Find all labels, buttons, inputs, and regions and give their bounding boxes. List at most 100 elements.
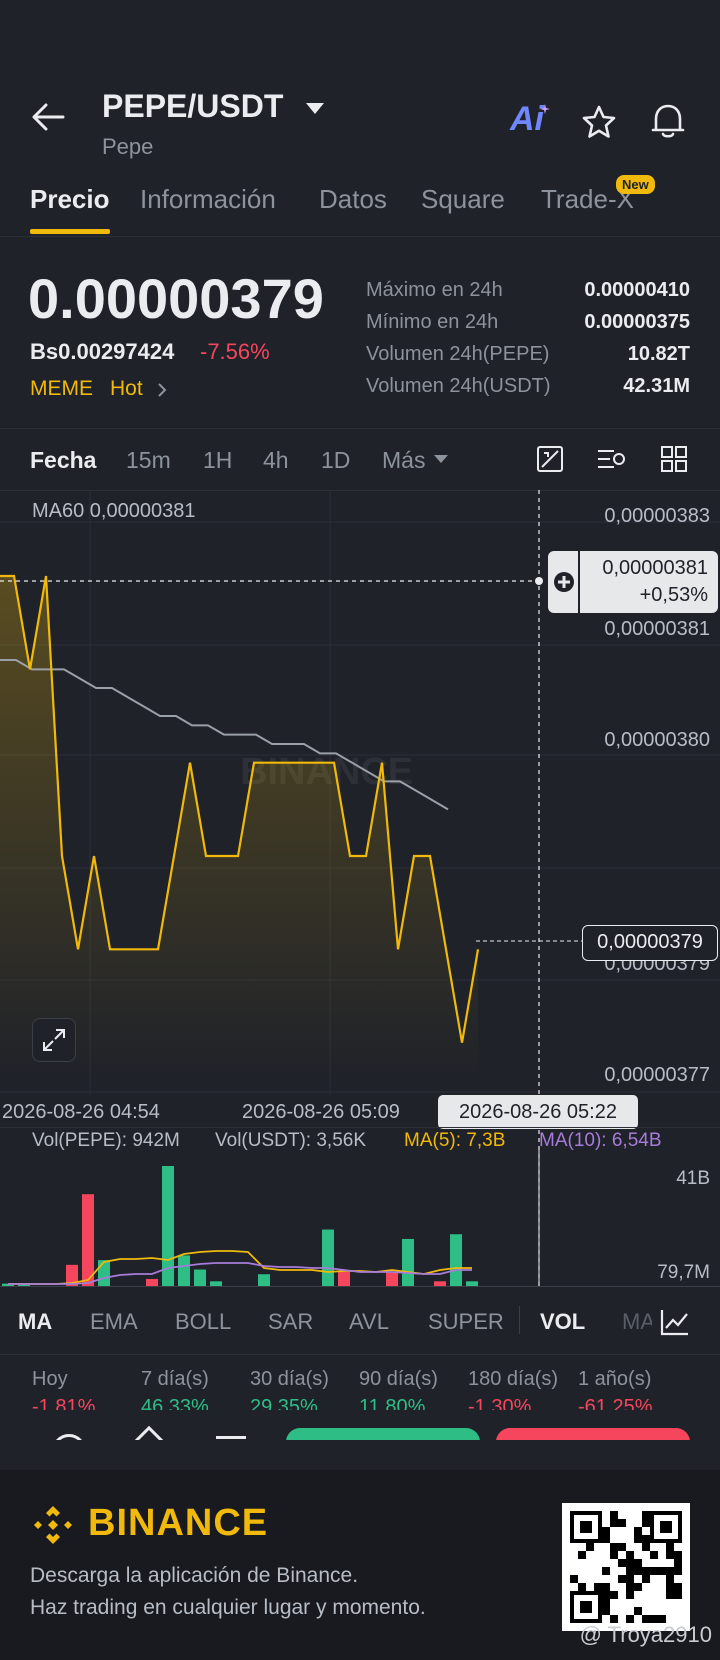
divider bbox=[0, 236, 720, 237]
qr-module bbox=[650, 1567, 658, 1575]
tab-square[interactable]: Square bbox=[421, 184, 505, 215]
indicator-tab-ma[interactable]: MA bbox=[18, 1309, 52, 1335]
timeframe-more[interactable]: Más bbox=[382, 447, 425, 474]
qr-module bbox=[618, 1519, 626, 1527]
volume-bar bbox=[178, 1255, 190, 1286]
indicator-tab-avl[interactable]: AVL bbox=[349, 1309, 389, 1335]
coin-name: Pepe bbox=[102, 134, 154, 159]
qr-module bbox=[666, 1583, 674, 1591]
qr-module bbox=[602, 1607, 610, 1615]
tab-datos[interactable]: Datos bbox=[319, 184, 387, 215]
perf-label: 1 año(s) bbox=[578, 1368, 652, 1390]
qr-module bbox=[650, 1551, 658, 1559]
tab-informacion[interactable]: Información bbox=[140, 184, 276, 215]
active-tab-indicator bbox=[30, 229, 110, 234]
binance-logo-icon bbox=[34, 1506, 72, 1544]
timeframe-1h[interactable]: 1H bbox=[203, 447, 232, 474]
price-area-fill bbox=[0, 576, 478, 1080]
qr-finder-center bbox=[660, 1521, 672, 1533]
perf-label: Hoy bbox=[32, 1368, 68, 1390]
indicator-tab-sar[interactable]: SAR bbox=[268, 1309, 313, 1335]
tab-separator bbox=[519, 1306, 520, 1334]
qr-module bbox=[666, 1575, 674, 1583]
qr-module bbox=[642, 1543, 650, 1551]
qr-module bbox=[626, 1559, 634, 1567]
header: PEPE/USDT Pepe Ai Precio Información Dat… bbox=[0, 0, 720, 240]
action-bar bbox=[0, 1410, 720, 1440]
selected-time-tag: 2026-08-26 05:22 bbox=[438, 1095, 638, 1129]
qr-module bbox=[570, 1575, 578, 1583]
x-tick-label: 2026-08-26 05:09 bbox=[242, 1101, 400, 1123]
tag-meme[interactable]: MEME bbox=[30, 377, 93, 401]
pair-dropdown-caret-icon[interactable] bbox=[306, 103, 324, 114]
bell-notification-icon[interactable] bbox=[650, 102, 686, 140]
layout-grid-icon[interactable] bbox=[660, 445, 688, 473]
qr-module bbox=[634, 1607, 642, 1615]
indicator-tab-ema[interactable]: EMA bbox=[90, 1309, 138, 1335]
qr-module bbox=[602, 1567, 610, 1575]
fullscreen-button[interactable] bbox=[32, 1018, 76, 1062]
timeframe-fecha[interactable]: Fecha bbox=[30, 447, 96, 474]
more-caret-icon[interactable] bbox=[434, 455, 448, 463]
chart-draw-icon[interactable] bbox=[536, 445, 564, 473]
volume-chart[interactable] bbox=[0, 1150, 720, 1290]
indicator-tab-super[interactable]: SUPER bbox=[428, 1309, 504, 1335]
pair-title[interactable]: PEPE/USDT bbox=[102, 88, 283, 125]
stat-value: 0.00000410 bbox=[584, 279, 690, 301]
crosshair-add-cell[interactable] bbox=[548, 551, 580, 613]
y-tick-label: 0,00000383 bbox=[604, 505, 710, 527]
more-actions-icon[interactable] bbox=[52, 1434, 86, 1440]
share-icon[interactable] bbox=[216, 1436, 246, 1439]
timeframe-1d[interactable]: 1D bbox=[321, 447, 350, 474]
qr-module bbox=[618, 1559, 626, 1567]
stat-label: Volumen 24h(PEPE) bbox=[366, 343, 550, 365]
indicator-tab-boll[interactable]: BOLL bbox=[175, 1309, 231, 1335]
qr-module bbox=[618, 1575, 626, 1583]
qr-module bbox=[626, 1551, 634, 1559]
indicator-chart-icon bbox=[660, 1310, 688, 1336]
back-arrow-icon[interactable] bbox=[30, 102, 66, 132]
x-tick-label: 2026-08-26 04:54 bbox=[2, 1101, 160, 1123]
volume-bar bbox=[146, 1278, 158, 1286]
volume-bar bbox=[386, 1271, 398, 1286]
crosshair-price-tag: 0,00000381 +0,53% bbox=[548, 551, 718, 613]
qr-code[interactable] bbox=[562, 1503, 690, 1631]
indicator-tab-vol[interactable]: VOL bbox=[540, 1309, 585, 1335]
current-price-tag: 0,00000379 bbox=[582, 925, 718, 961]
tag-hot[interactable]: Hot bbox=[110, 377, 143, 401]
expand-icon bbox=[43, 1029, 65, 1051]
volume-bar bbox=[450, 1234, 462, 1286]
stat-label: Volumen 24h(USDT) bbox=[366, 375, 551, 397]
chart-settings-icon[interactable] bbox=[596, 447, 628, 471]
indicator-tab-ma-sub[interactable]: MA bbox=[622, 1309, 655, 1335]
star-favorite-icon[interactable] bbox=[581, 105, 617, 139]
timeframe-4h[interactable]: 4h bbox=[263, 447, 289, 474]
chevron-right-icon[interactable] bbox=[157, 382, 167, 398]
volume-bar bbox=[258, 1274, 270, 1286]
fiat-value: Bs0.00297424 bbox=[30, 339, 175, 364]
qr-module bbox=[602, 1527, 610, 1535]
add-alert-icon[interactable] bbox=[553, 571, 575, 593]
footer-brand: BINANCE bbox=[88, 1502, 269, 1544]
buy-button[interactable] bbox=[286, 1428, 480, 1440]
footer-line2: Haz trading en cualquier lugar y momento… bbox=[30, 1596, 426, 1619]
divider bbox=[0, 428, 720, 429]
qr-module bbox=[658, 1567, 666, 1575]
tab-precio[interactable]: Precio bbox=[30, 184, 110, 215]
divider bbox=[0, 1127, 720, 1128]
sell-button[interactable] bbox=[496, 1428, 690, 1440]
perf-label: 7 día(s) bbox=[141, 1368, 209, 1390]
perf-value: -1,81% bbox=[32, 1396, 96, 1410]
sparkle-icon bbox=[540, 104, 550, 114]
qr-module bbox=[610, 1591, 618, 1599]
perf-value: 46,33% bbox=[141, 1396, 209, 1410]
qr-module bbox=[642, 1535, 650, 1543]
y-tick-label: 0,00000381 bbox=[604, 618, 710, 640]
qr-module bbox=[634, 1567, 642, 1575]
alert-icon[interactable] bbox=[127, 1425, 171, 1440]
timeframe-15m[interactable]: 15m bbox=[126, 447, 171, 474]
ma60-label: MA60 0,00000381 bbox=[32, 500, 195, 522]
ai-assistant-icon[interactable]: Ai bbox=[510, 100, 544, 139]
qr-module bbox=[674, 1591, 682, 1599]
indicator-settings-button[interactable] bbox=[652, 1300, 720, 1344]
